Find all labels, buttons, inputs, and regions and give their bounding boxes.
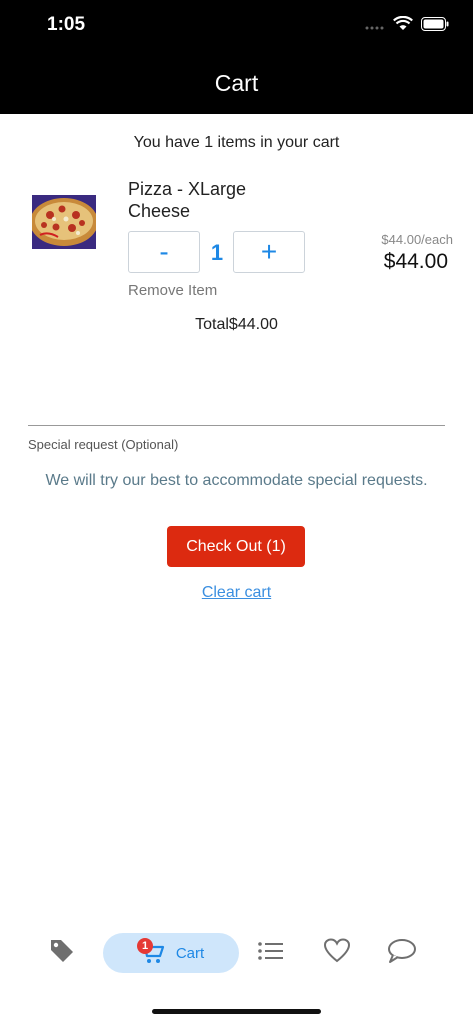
tab-favorites[interactable] — [320, 925, 354, 981]
tab-deals[interactable] — [42, 925, 82, 981]
clear-cart-link[interactable]: Clear cart — [0, 584, 473, 602]
item-name: Pizza - XLarge Cheese — [128, 178, 246, 222]
status-time: 1:05 — [47, 14, 86, 35]
divider — [28, 425, 445, 426]
wifi-icon — [393, 15, 413, 36]
tab-messages[interactable] — [385, 925, 419, 981]
tab-cart-label: Cart — [175, 944, 205, 962]
increase-quantity-button[interactable]: + — [233, 231, 305, 273]
cart-summary: You have 1 items in your cart — [133, 134, 340, 151]
item-name-line2: Cheese — [128, 201, 191, 221]
tab-bar: Cart 1 — [0, 925, 473, 985]
status-icons — [365, 15, 449, 36]
tag-icon — [48, 937, 76, 970]
line-price: $44.00 — [383, 250, 448, 273]
item-name-line1: Pizza - XLarge — [128, 179, 247, 199]
cart-total: Total$44.00 — [195, 316, 278, 333]
heart-icon — [323, 937, 351, 969]
unit-price: $44.00/each — [381, 232, 453, 247]
tab-cart[interactable]: Cart 1 — [103, 933, 239, 973]
signal-icon — [365, 17, 385, 35]
home-indicator — [152, 1009, 321, 1014]
cart-count-badge: 1 — [137, 938, 153, 954]
chat-icon — [387, 938, 417, 969]
quantity-value: 1 — [210, 240, 224, 265]
special-request-label: Special request (Optional) — [28, 437, 179, 452]
battery-icon — [421, 16, 449, 36]
tab-orders[interactable] — [254, 925, 288, 981]
checkout-button[interactable]: Check Out (1) — [167, 526, 305, 567]
page-title: Cart — [214, 69, 259, 96]
decrease-quantity-button[interactable]: - — [128, 231, 200, 273]
nav-bar: Cart — [0, 52, 473, 114]
remove-item-link[interactable]: Remove Item — [128, 282, 217, 299]
status-bar: 1:05 — [0, 0, 473, 52]
special-request-input[interactable]: We will try our best to accommodate spec… — [0, 472, 473, 490]
list-icon — [257, 940, 285, 967]
pizza-thumbnail — [32, 195, 96, 249]
